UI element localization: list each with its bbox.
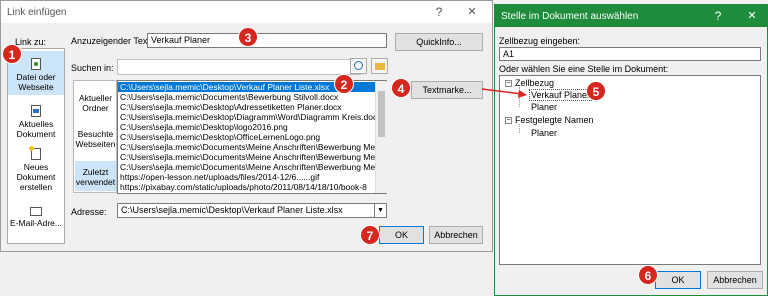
step-badge-4: 4 (391, 78, 411, 98)
step-badge-1: 1 (2, 44, 22, 64)
step-badge-7: 7 (360, 225, 380, 245)
step-badge-2: 2 (334, 74, 354, 94)
step-badge-3: 3 (238, 27, 258, 47)
arrow-head (518, 90, 527, 98)
arrow-line (481, 88, 523, 95)
step-badge-5: 5 (586, 81, 606, 101)
step-badge-6: 6 (638, 265, 658, 285)
annotation-arrow (481, 88, 527, 98)
